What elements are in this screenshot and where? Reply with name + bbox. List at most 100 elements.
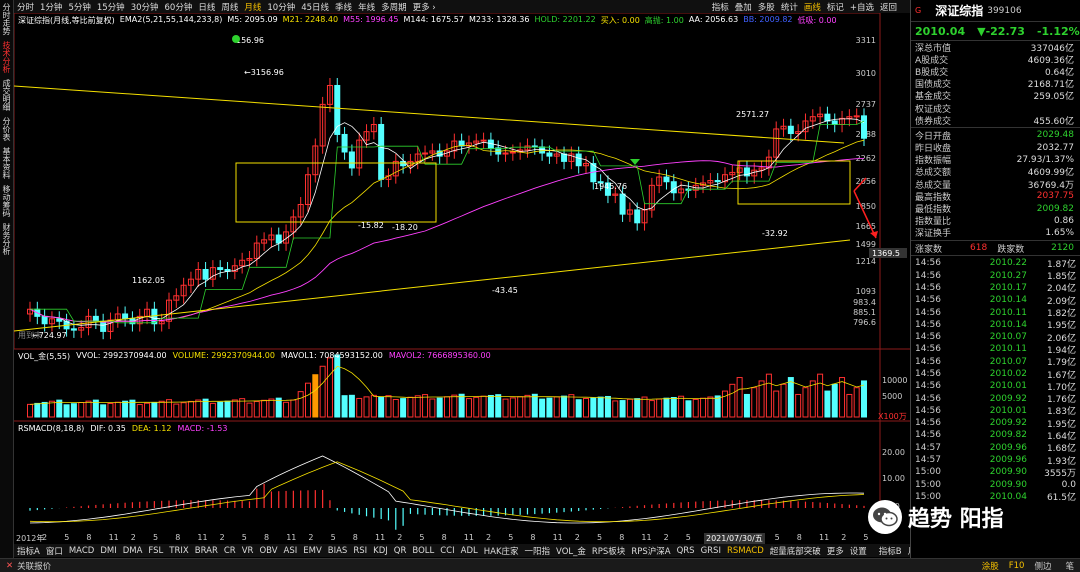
left-tab-4[interactable]: 基本资料 (0, 144, 12, 182)
volume-bar (495, 394, 502, 418)
indicator-tab-23[interactable]: RPS板块 (589, 545, 628, 557)
period-tab-2[interactable]: 5分钟 (65, 1, 93, 13)
tick-row[interactable]: 14:56 2010.14 1.95亿 (911, 319, 1080, 332)
indicator-tab-4[interactable]: DMA (120, 546, 146, 556)
indicator-tab-16[interactable]: QR (391, 546, 410, 556)
indicator-tab-11[interactable]: ASI (281, 546, 301, 556)
volume-bar (619, 400, 626, 418)
period-tab-10[interactable]: 45日线 (298, 1, 332, 13)
period-tab-11[interactable]: 季线 (332, 1, 355, 13)
indicator-tab-29[interactable]: 更多 (824, 545, 847, 557)
left-tab-3[interactable]: 分价表 (0, 114, 12, 144)
period-tab-14[interactable]: 更多 › (410, 1, 439, 13)
period-tab-3[interactable]: 15分钟 (94, 1, 128, 13)
indicator-tab-3[interactable]: DMI (97, 546, 119, 556)
tick-volume: 0.0 (1061, 479, 1076, 490)
period-tab-9[interactable]: 10分钟 (264, 1, 298, 13)
tick-row[interactable]: 15:00 2009.90 3555万 (911, 466, 1080, 479)
status-close-icon[interactable]: ✕ (6, 561, 13, 571)
tick-row[interactable]: 14:56 2010.22 1.87亿 (911, 257, 1080, 270)
tick-row[interactable]: 14:56 2009.82 1.64亿 (911, 429, 1080, 442)
period-tab-13[interactable]: 多周期 (378, 1, 410, 13)
tick-row[interactable]: 14:56 2010.17 2.04亿 (911, 282, 1080, 295)
indicator-tab-0[interactable]: 指标A (14, 545, 43, 557)
tick-row[interactable]: 15:00 2009.90 0.0 (911, 479, 1080, 491)
tick-row[interactable]: 14:56 2010.01 1.83亿 (911, 405, 1080, 418)
tick-row[interactable]: 14:56 2010.14 2.09亿 (911, 294, 1080, 307)
indicator-tab-18[interactable]: CCI (437, 546, 457, 556)
indicator-tab-30[interactable]: 设置 (847, 545, 870, 557)
period-tab-6[interactable]: 日线 (195, 1, 218, 13)
toolbar-btn-7[interactable]: 返回 (877, 1, 900, 13)
indicator-tab-22[interactable]: VOL_金 (553, 545, 589, 557)
indicator-tab-27[interactable]: RSMACD (724, 546, 767, 556)
x-tick: 5 (330, 533, 336, 542)
status-f10[interactable]: F10 (1009, 561, 1025, 571)
indicator-tab-20[interactable]: HAK庄家 (481, 545, 522, 557)
indicator-tab-21[interactable]: 一阳指 (522, 545, 554, 557)
toolbar-btn-4[interactable]: 画线 (801, 1, 824, 13)
period-tab-4[interactable]: 30分钟 (128, 1, 162, 13)
period-tab-12[interactable]: 年线 (355, 1, 378, 13)
tick-row[interactable]: 14:56 2010.27 1.85亿 (911, 269, 1080, 283)
indicator-tab-9[interactable]: VR (239, 546, 257, 556)
left-tab-2[interactable]: 成交明细 (0, 76, 12, 114)
indicator-tab-19[interactable]: ADL (458, 546, 481, 556)
period-tab-5[interactable]: 60分钟 (162, 1, 196, 13)
tick-row[interactable]: 14:56 2009.92 1.95亿 (911, 417, 1080, 430)
tick-row[interactable]: 14:56 2010.02 1.67亿 (911, 368, 1080, 381)
tick-row[interactable]: 14:56 2010.07 2.06亿 (911, 331, 1080, 344)
indicator-right-0[interactable]: 指标B (876, 545, 905, 557)
indicator-tab-1[interactable]: 窗口 (43, 545, 66, 557)
tick-row[interactable]: 14:56 2010.01 1.70亿 (911, 380, 1080, 393)
indicator-tab-15[interactable]: KDJ (370, 546, 391, 556)
tick-row[interactable]: 14:56 2010.11 1.94亿 (911, 343, 1080, 356)
status-tushu[interactable]: 涂股 (982, 560, 999, 572)
tick-row[interactable]: 14:56 2010.11 1.82亿 (911, 306, 1080, 320)
toolbar-btn-0[interactable]: 指标 (709, 1, 732, 13)
status-pen[interactable]: 笔 (1065, 560, 1074, 572)
bottom-label: -43.45 (492, 286, 518, 295)
tick-row[interactable]: 14:56 2010.07 1.79亿 (911, 356, 1080, 369)
index-stat-value: 2029.48 (1036, 130, 1074, 141)
toolbar-btn-6[interactable]: +自选 (847, 1, 877, 13)
period-tab-7[interactable]: 周线 (218, 1, 241, 13)
tick-row[interactable]: 14:57 2009.96 1.68亿 (911, 442, 1080, 455)
tick-row[interactable]: 14:56 2009.92 1.76亿 (911, 392, 1080, 406)
volume-bar (209, 402, 216, 418)
toolbar-btn-1[interactable]: 叠加 (732, 1, 755, 13)
indicator-tab-28[interactable]: 超量底部突破 (767, 545, 824, 557)
indicator-tab-2[interactable]: MACD (66, 546, 97, 556)
indicator-tab-17[interactable]: BOLL (409, 546, 437, 556)
indicator-tab-26[interactable]: GRSI (698, 546, 724, 556)
status-side[interactable]: 侧边 (1034, 560, 1051, 572)
status-left-label[interactable]: 关联报价 (17, 560, 51, 572)
tick-row[interactable]: 14:57 2009.96 1.93亿 (911, 454, 1080, 467)
indicator-tab-10[interactable]: OBV (256, 546, 280, 556)
index-stats: 今日开盘 2029.48 昨日收盘 2032.77 指数振幅 27.93/1.37% 总成交… (911, 129, 1080, 239)
left-tab-6[interactable]: 财务分析 (0, 220, 12, 258)
indicator-tab-14[interactable]: RSI (350, 546, 370, 556)
left-tab-0[interactable]: 分时走势 (0, 0, 12, 38)
main-kline-chart[interactable]: 3311301027372488226220561850166514991369… (14, 13, 910, 533)
period-tab-0[interactable]: 分时 (14, 1, 37, 13)
volume-bar (509, 397, 516, 418)
indicator-tab-13[interactable]: BIAS (325, 546, 351, 556)
tick-list[interactable]: 14:56 2010.22 1.87亿 14:56 2010.27 1.85亿 14:56 2… (911, 257, 1080, 503)
indicator-tab-6[interactable]: TRIX (166, 546, 191, 556)
indicator-tab-25[interactable]: QRS (674, 546, 698, 556)
indicator-tab-5[interactable]: FSL (145, 546, 166, 556)
indicator-tab-8[interactable]: CR (221, 546, 239, 556)
x-tick: 2 (308, 533, 314, 542)
left-tab-5[interactable]: 移动筹码 (0, 182, 12, 220)
indicator-tab-7[interactable]: BRAR (192, 546, 221, 556)
toolbar-btn-5[interactable]: 标记 (824, 1, 847, 13)
indicator-tab-12[interactable]: EMV (300, 546, 325, 556)
period-tab-1[interactable]: 1分钟 (37, 1, 65, 13)
peak-top-label: 156.96 (236, 36, 264, 45)
indicator-tab-24[interactable]: RPS沪深A (628, 545, 673, 557)
left-tab-1[interactable]: 技术分析 (0, 38, 12, 76)
toolbar-btn-2[interactable]: 多股 (755, 1, 778, 13)
toolbar-btn-3[interactable]: 统计 (778, 1, 801, 13)
period-tab-8[interactable]: 月线 (241, 1, 264, 13)
